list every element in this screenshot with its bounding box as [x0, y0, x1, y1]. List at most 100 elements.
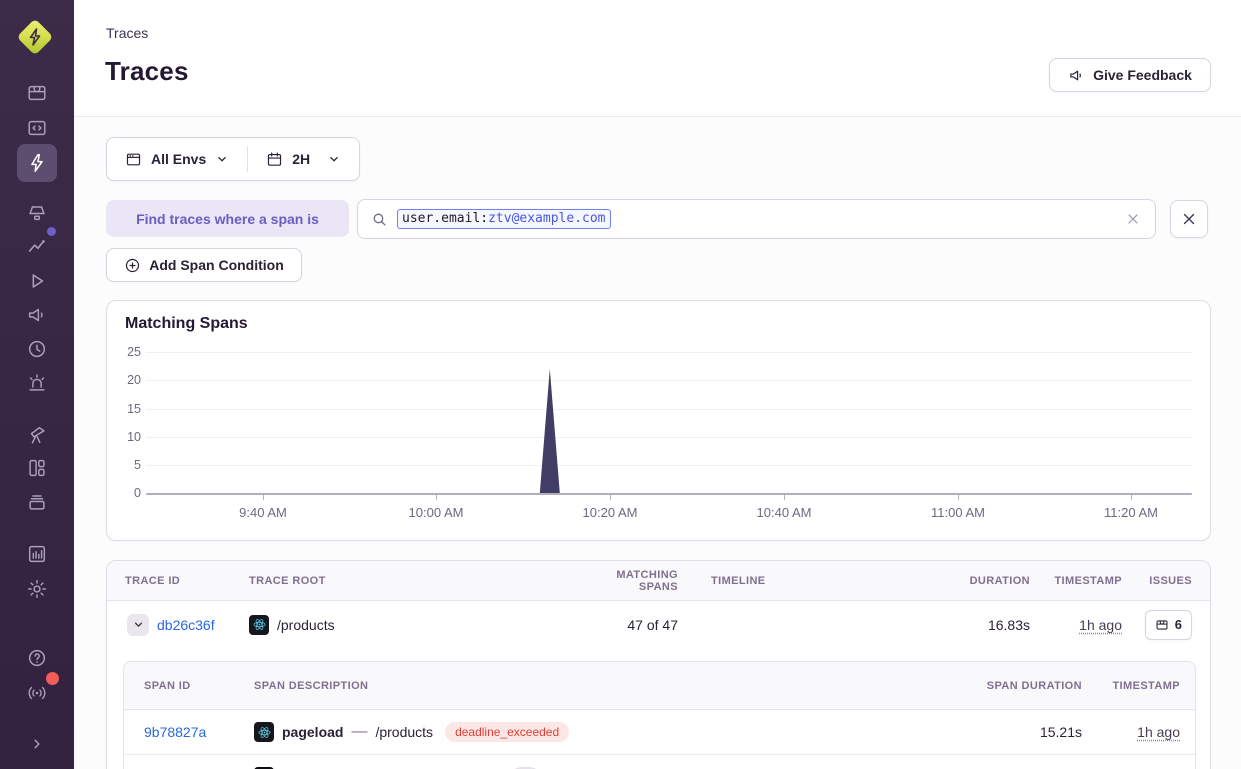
add-span-condition-label: Add Span Condition	[149, 257, 284, 273]
span-table-row: 9b78827a pageload — /products deadline_e…	[124, 710, 1195, 754]
span-table-header: SPAN ID SPAN DESCRIPTION SPAN DURATION T…	[124, 662, 1195, 710]
col-header-span-timestamp: TIMESTAMP	[1082, 680, 1180, 692]
span-id-link[interactable]: 9b78827a	[144, 724, 254, 740]
give-feedback-label: Give Feedback	[1093, 67, 1192, 83]
col-header-issues: ISSUES	[1122, 575, 1192, 587]
siren-icon	[26, 372, 48, 394]
archive-box-icon	[26, 491, 48, 513]
add-span-condition-button[interactable]: Add Span Condition	[106, 248, 302, 282]
sidebar-item-feedback[interactable]	[17, 298, 57, 332]
insights-notification-dot	[47, 227, 56, 236]
sidebar-item-stats[interactable]	[17, 537, 57, 571]
trace-issues-button[interactable]: 6	[1145, 610, 1192, 640]
col-header-timestamp: TIMESTAMP	[1030, 575, 1122, 587]
clock-rewind-icon	[26, 338, 48, 360]
environment-filter-button[interactable]: All Envs	[107, 138, 247, 180]
span-description: /products	[375, 724, 433, 740]
react-atom-glyph	[252, 617, 267, 632]
token-value: ztv@example.com	[488, 211, 605, 226]
megaphone-icon	[26, 304, 48, 326]
span-condition-pill: Find traces where a span is	[106, 200, 349, 237]
matching-spans-series	[146, 352, 1192, 493]
sentry-logo-icon[interactable]	[17, 19, 53, 55]
close-icon	[1180, 210, 1198, 228]
chevron-down-icon	[215, 152, 229, 166]
span-table-row: b7a7e441 http.server — GET /organization…	[124, 754, 1195, 769]
span-timestamp[interactable]: 1h ago	[1137, 724, 1180, 740]
x-axis-line	[146, 493, 1192, 495]
delete-condition-button[interactable]	[1170, 200, 1208, 238]
breadcrumb[interactable]: Traces	[106, 25, 148, 41]
trace-timestamp[interactable]: 1h ago	[1079, 617, 1122, 633]
x-tick-label: 11:20 AM	[1104, 505, 1158, 520]
plus-circle-icon	[124, 257, 141, 274]
span-operation: pageload	[282, 724, 343, 740]
search-icon	[371, 211, 388, 228]
trace-root-label: /products	[277, 617, 335, 633]
trace-id-link[interactable]: db26c36f	[157, 617, 215, 633]
chevron-down-icon	[327, 152, 341, 166]
chart-title: Matching Spans	[125, 315, 248, 333]
col-header-trace-id: TRACE ID	[125, 575, 249, 587]
search-clear-button[interactable]	[1125, 211, 1141, 227]
col-header-span-id: SPAN ID	[144, 680, 254, 692]
react-atom-glyph	[257, 725, 272, 740]
x-tick-label: 11:00 AM	[931, 505, 985, 520]
chevron-right-icon	[28, 735, 46, 753]
span-table-panel: SPAN ID SPAN DESCRIPTION SPAN DURATION T…	[123, 661, 1196, 769]
sidebar-item-settings[interactable]	[17, 572, 57, 606]
time-range-filter-button[interactable]: 2H	[248, 138, 359, 180]
inbox-icon	[26, 82, 48, 104]
sidebar-item-releases[interactable]	[17, 332, 57, 366]
sidebar-item-help[interactable]	[17, 641, 57, 675]
sidebar-item-dashboards[interactable]	[17, 451, 57, 485]
whats-new-notification-dot	[46, 672, 59, 685]
collapse-trace-button[interactable]	[127, 614, 149, 636]
chevron-down-icon	[132, 618, 145, 631]
span-search-input[interactable]: user.email:ztv@example.com	[357, 199, 1156, 239]
dashboard-icon	[26, 457, 48, 479]
col-header-span-duration: SPAN DURATION	[954, 680, 1082, 692]
y-tick-label: 5	[111, 458, 141, 472]
matching-spans-chart-card: Matching Spans 25 20 15 10 5 0 9:40 AM 1…	[106, 300, 1211, 541]
sidebar-item-issues[interactable]	[17, 76, 57, 110]
main-content: Traces Traces Give Feedback All Envs 2H …	[74, 0, 1241, 769]
sidebar-item-insights[interactable]	[17, 229, 57, 263]
sidebar	[0, 0, 74, 769]
token-key: user.email:	[402, 211, 488, 226]
react-icon	[249, 615, 269, 635]
search-filter-token[interactable]: user.email:ztv@example.com	[397, 209, 611, 229]
sidebar-item-explore-active[interactable]	[17, 144, 57, 182]
give-feedback-button[interactable]: Give Feedback	[1049, 58, 1211, 92]
react-icon	[254, 722, 274, 742]
environment-filter-label: All Envs	[151, 151, 206, 167]
sidebar-item-replays[interactable]	[17, 264, 57, 298]
y-tick-label: 0	[111, 486, 141, 500]
play-icon	[26, 270, 48, 292]
col-header-timeline: TIMELINE	[702, 575, 934, 587]
calendar-icon	[266, 151, 283, 168]
filter-bar: All Envs 2H	[106, 137, 360, 181]
trace-issues-count: 6	[1175, 617, 1182, 632]
inbox-icon	[1155, 618, 1169, 632]
projector-icon	[26, 202, 48, 224]
sidebar-item-projects[interactable]	[17, 111, 57, 145]
sidebar-collapse-toggle[interactable]	[17, 727, 57, 761]
separator: —	[351, 723, 367, 741]
gear-icon	[26, 578, 48, 600]
x-tick-label: 10:00 AM	[409, 505, 464, 520]
span-duration: 15.21s	[954, 724, 1082, 740]
col-header-span-description: SPAN DESCRIPTION	[254, 680, 714, 692]
telescope-icon	[26, 424, 48, 446]
sidebar-item-alerts[interactable]	[17, 366, 57, 400]
sidebar-item-archive[interactable]	[17, 485, 57, 519]
chart-plot-area[interactable]	[146, 352, 1192, 493]
page-title: Traces	[105, 56, 189, 87]
matching-spans-count: 47 of 47	[579, 617, 702, 633]
line-chart-icon	[26, 235, 48, 257]
sidebar-item-whats-new[interactable]	[17, 676, 57, 710]
sidebar-item-discover[interactable]	[17, 418, 57, 452]
code-folder-icon	[26, 117, 48, 139]
col-header-trace-root: TRACE ROOT	[249, 575, 579, 587]
sidebar-item-funnel[interactable]	[17, 196, 57, 230]
